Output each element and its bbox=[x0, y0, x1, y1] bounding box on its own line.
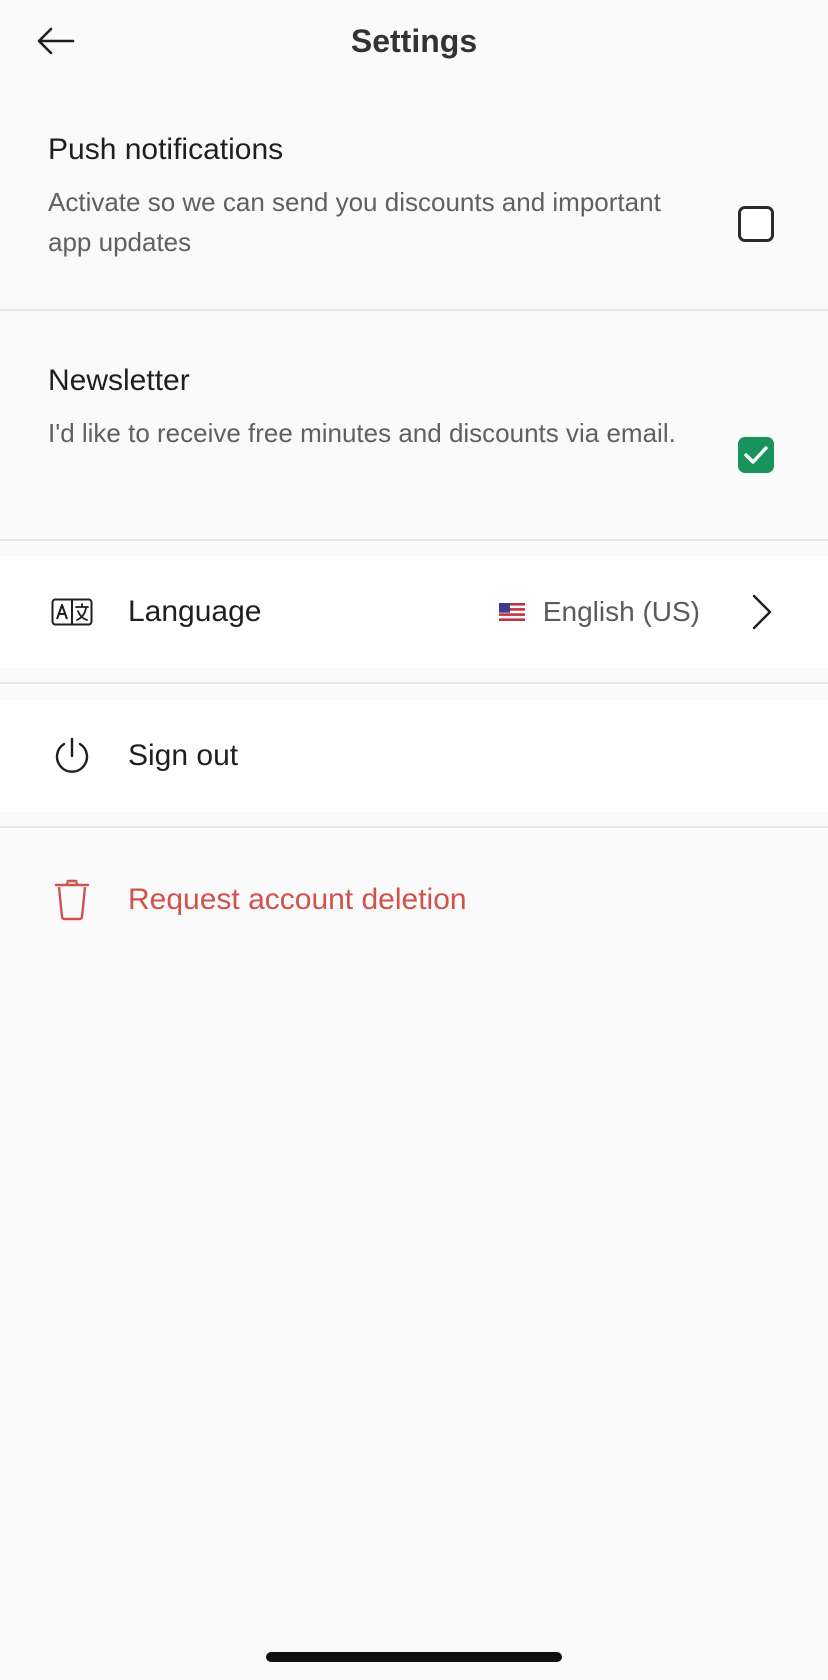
translate-icon bbox=[50, 590, 94, 634]
divider bbox=[0, 682, 828, 684]
page-title: Settings bbox=[350, 23, 478, 59]
sign-out-label: Sign out bbox=[128, 739, 239, 772]
trash-icon bbox=[50, 878, 94, 922]
push-notifications-title: Push notifications bbox=[48, 133, 284, 166]
newsletter-description: I'd like to receive free minutes and dis… bbox=[48, 418, 676, 448]
chevron-right-icon bbox=[752, 594, 772, 630]
language-value: English (US) bbox=[498, 556, 700, 668]
newsletter-checkbox[interactable] bbox=[738, 437, 774, 473]
us-flag-icon bbox=[498, 603, 525, 621]
newsletter-title: Newsletter bbox=[48, 364, 190, 397]
sign-out-row[interactable]: Sign out bbox=[0, 700, 828, 812]
language-label: Language bbox=[128, 595, 262, 628]
settings-screen: Settings Push notifications Activate so … bbox=[0, 0, 828, 1680]
arrow-left-icon bbox=[37, 27, 75, 55]
newsletter-row: Newsletter I'd like to receive free minu… bbox=[0, 311, 828, 541]
push-notifications-row: Push notifications Activate so we can se… bbox=[0, 82, 828, 311]
back-button[interactable] bbox=[28, 16, 82, 66]
header: Settings bbox=[0, 0, 828, 82]
request-account-deletion-label: Request account deletion bbox=[128, 883, 467, 916]
language-value-text: English (US) bbox=[542, 596, 700, 627]
request-account-deletion-row[interactable]: Request account deletion bbox=[0, 844, 828, 956]
language-row[interactable]: Language English (US) bbox=[0, 556, 828, 668]
push-notifications-description: Activate so we can send you discounts an… bbox=[48, 187, 661, 257]
divider bbox=[0, 826, 828, 828]
power-icon bbox=[50, 734, 94, 778]
checkmark-icon bbox=[744, 446, 768, 464]
home-indicator[interactable] bbox=[266, 1652, 562, 1662]
push-notifications-checkbox[interactable] bbox=[738, 206, 774, 242]
